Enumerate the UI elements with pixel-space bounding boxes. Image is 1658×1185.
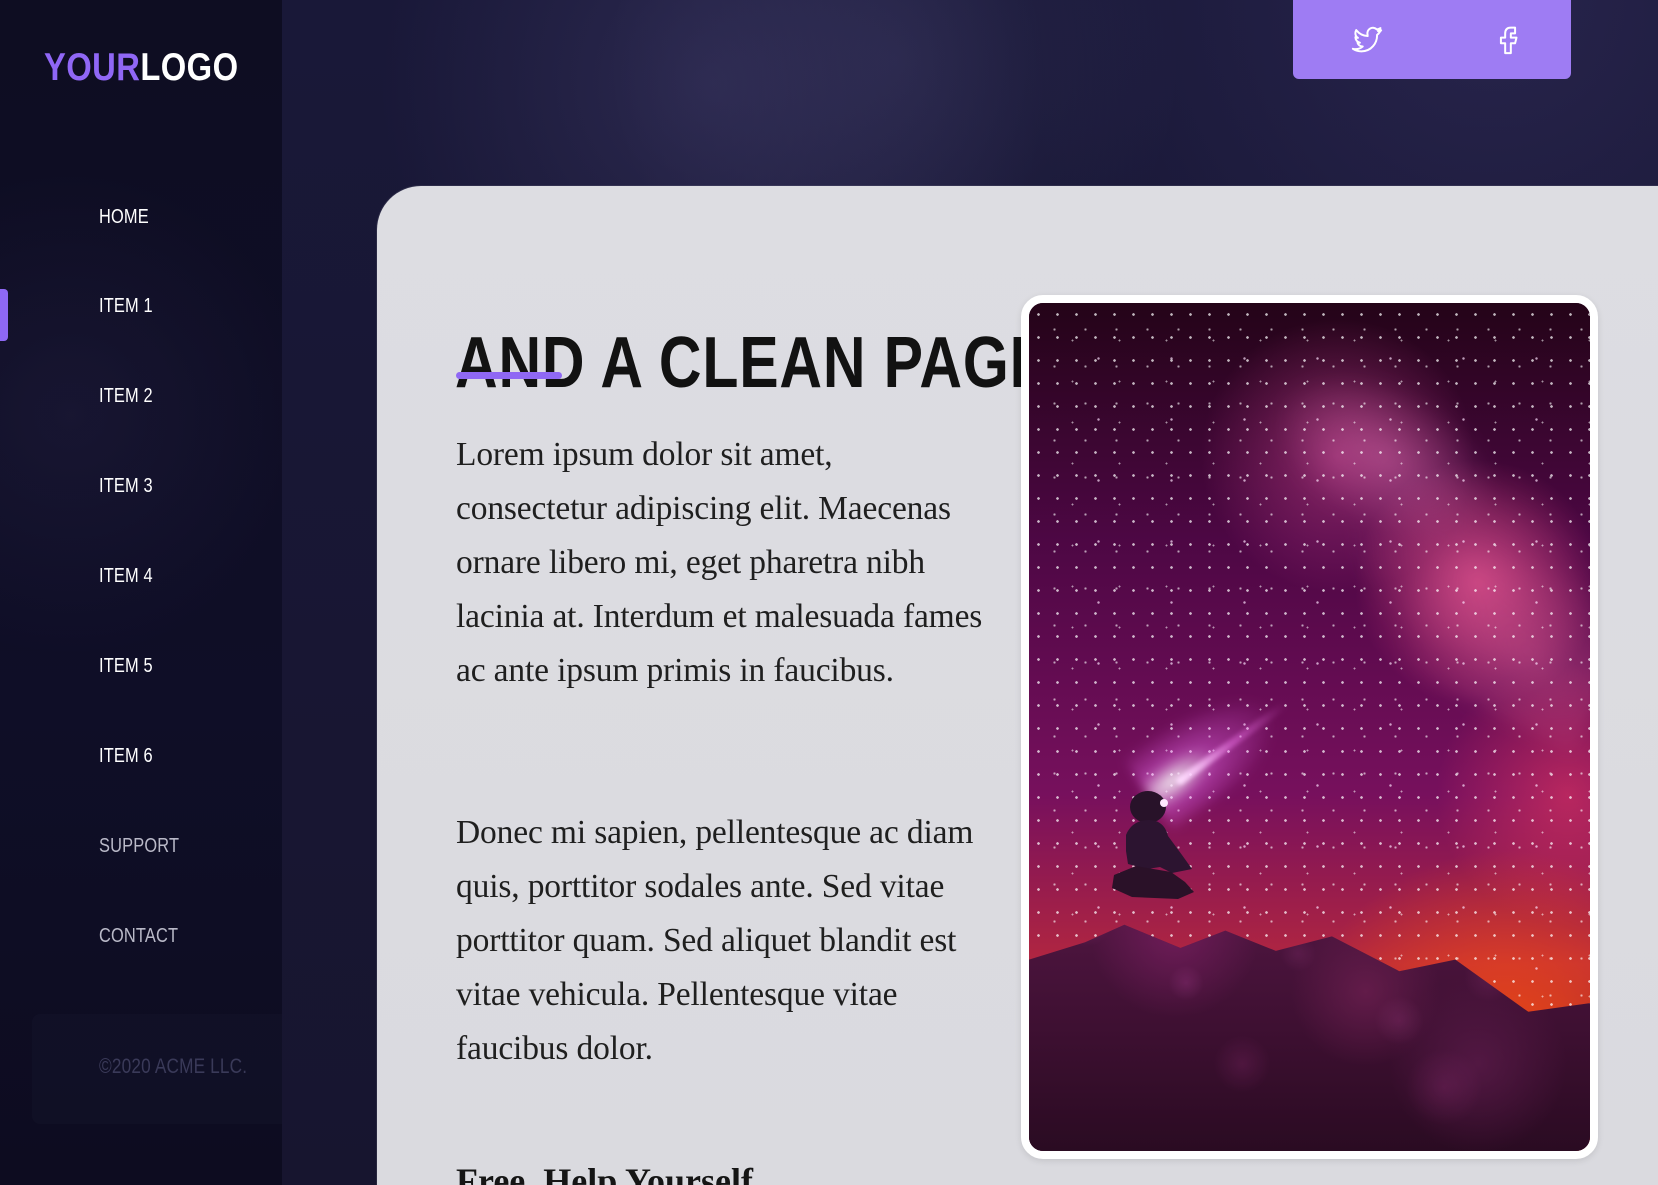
sidebar-item-label: ITEM 1 <box>99 295 153 317</box>
body-paragraph-1: Lorem ipsum dolor sit amet, consectetur … <box>456 436 983 689</box>
sidebar-item-label: ITEM 3 <box>99 475 153 497</box>
sidebar-item-item-3[interactable]: ITEM 3 <box>0 464 282 516</box>
twitter-link[interactable]: twitter-icon <box>1350 22 1384 56</box>
sidebar-item-item-6[interactable]: ITEM 6 <box>0 734 282 786</box>
section-subheading: Free, Help Yourself <box>456 1160 753 1185</box>
sidebar-nav: HOME ITEM 1 ITEM 2 ITEM 3 ITEM 4 ITEM 5 … <box>0 0 282 1185</box>
body-paragraph-2: Donec mi sapien, pellentesque ac diam qu… <box>456 814 974 1067</box>
sidebar-item-label: CONTACT <box>99 925 179 947</box>
sidebar-item-label: ITEM 4 <box>99 565 153 587</box>
sidebar-item-item-4[interactable]: ITEM 4 <box>0 554 282 606</box>
facebook-link[interactable]: facebook-icon <box>1491 22 1525 56</box>
sidebar-item-item-1[interactable]: ITEM 1 <box>0 284 282 336</box>
feature-image <box>1021 295 1598 1159</box>
sidebar-item-item-2[interactable]: ITEM 2 <box>0 374 282 426</box>
sidebar-item-support[interactable]: SUPPORT <box>0 824 282 876</box>
sidebar-item-label: ITEM 6 <box>99 745 153 767</box>
sidebar-item-label: ITEM 2 <box>99 385 153 407</box>
sidebar: YOURLOGO HOME ITEM 1 ITEM 2 ITEM 3 ITEM … <box>0 0 282 1185</box>
twitter-icon <box>1351 26 1383 53</box>
social-links-bar: twitter-icon facebook-icon <box>1293 0 1571 79</box>
sidebar-item-label: HOME <box>99 206 149 228</box>
page-title: AND A CLEAN PAGE <box>455 323 1050 404</box>
page: YOURLOGO HOME ITEM 1 ITEM 2 ITEM 3 ITEM … <box>0 0 1658 1185</box>
person-silhouette <box>1112 791 1194 899</box>
copyright-text: ©2020 ACME LLC. <box>99 1055 248 1078</box>
sidebar-item-label: ITEM 5 <box>99 655 153 677</box>
facebook-icon <box>1499 26 1518 55</box>
sidebar-item-item-5[interactable]: ITEM 5 <box>0 644 282 696</box>
sidebar-item-contact[interactable]: CONTACT <box>0 914 282 966</box>
title-underline <box>456 372 562 379</box>
sidebar-item-label: SUPPORT <box>99 835 180 857</box>
sidebar-item-home[interactable]: HOME <box>0 195 282 247</box>
